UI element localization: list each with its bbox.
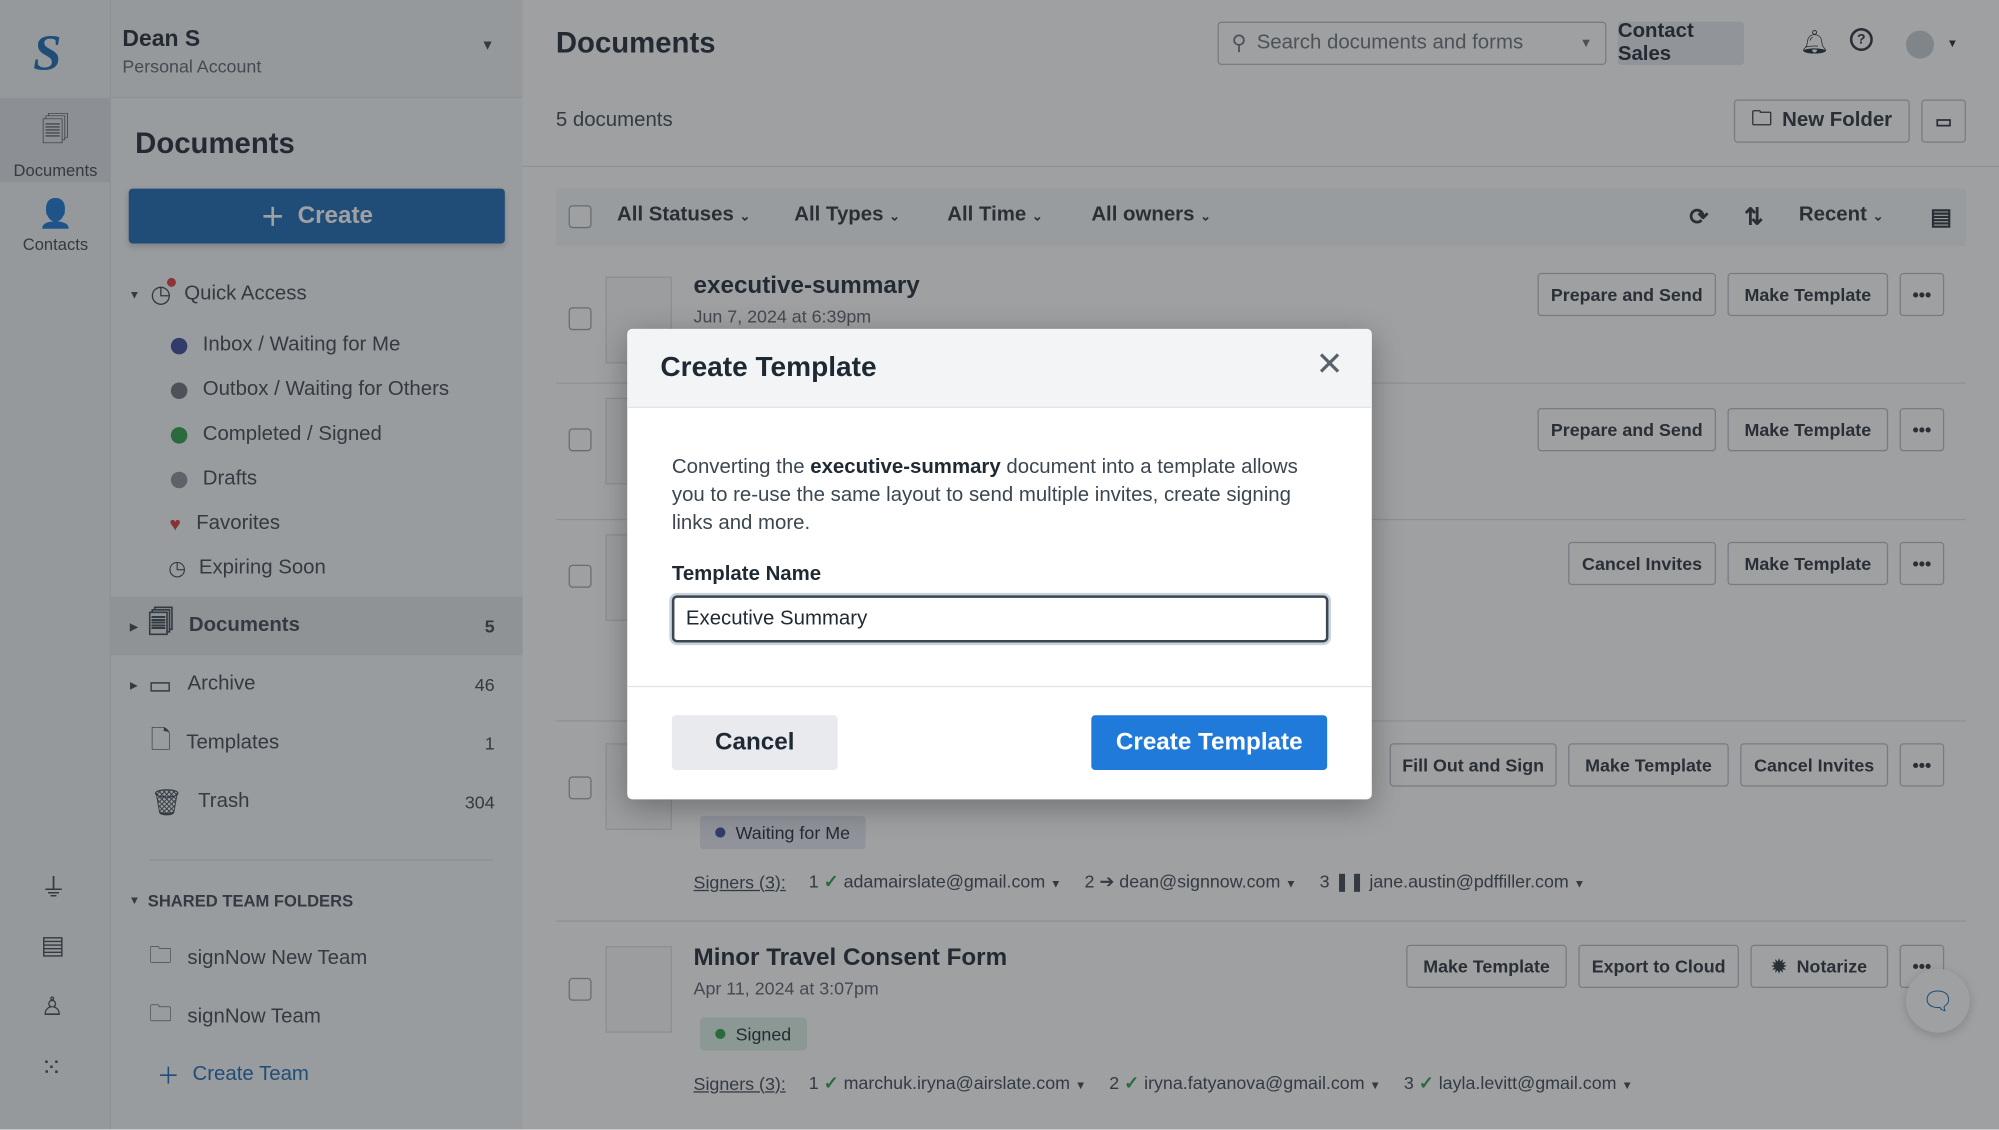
dialog-description: Converting the executive-summary documen…	[671, 456, 1298, 535]
dialog-title: Create Template	[660, 350, 877, 383]
cancel-button[interactable]: Cancel	[671, 715, 838, 771]
template-name-input[interactable]	[671, 595, 1329, 643]
close-icon[interactable]: ✕	[1316, 347, 1344, 380]
create-template-button[interactable]: Create Template	[1091, 715, 1328, 771]
template-name-label: Template Name	[671, 563, 822, 586]
create-template-dialog: Create Template ✕ Converting the executi…	[627, 328, 1372, 800]
